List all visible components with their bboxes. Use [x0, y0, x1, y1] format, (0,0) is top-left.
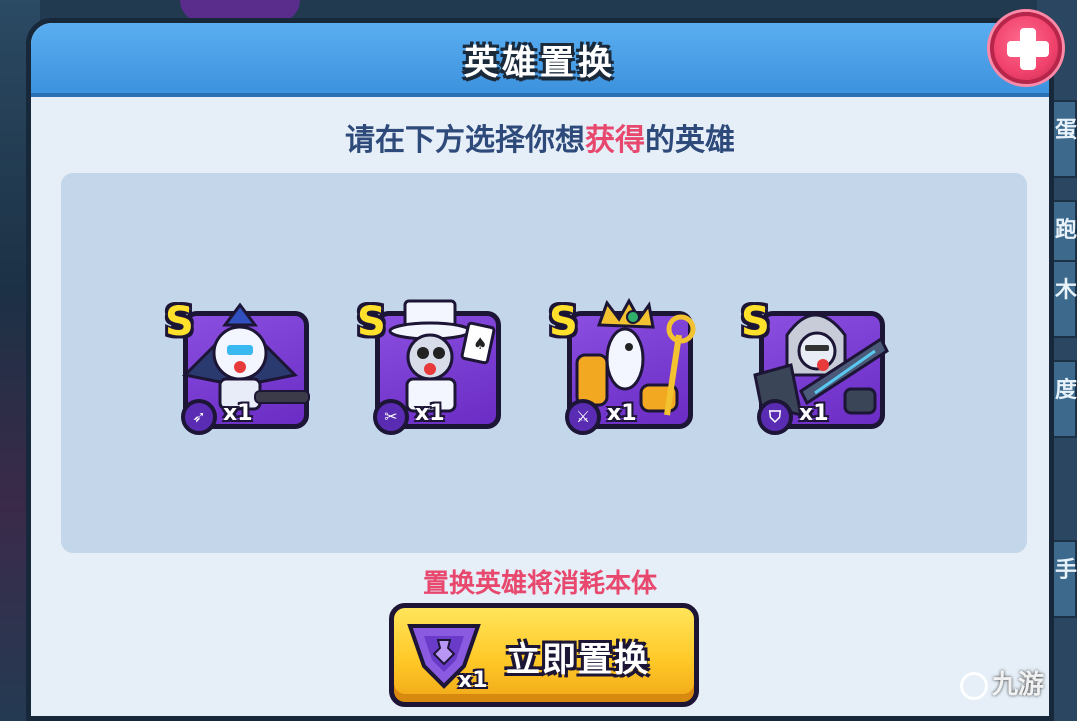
rank-badge: S — [357, 299, 386, 345]
close-icon-bar — [1007, 41, 1049, 57]
selection-prompt: 请在下方选择你想获得的英雄 — [31, 115, 1049, 159]
hero-card[interactable]: ♠ S ✂ x1 — [357, 295, 507, 435]
dialog-header: 英雄置换 — [31, 23, 1049, 97]
close-button[interactable] — [990, 12, 1062, 84]
rank-badge: S — [741, 299, 770, 345]
bow-icon: ➶ — [181, 399, 217, 435]
hero-quantity: x1 — [799, 401, 829, 426]
hero-quantity: x1 — [223, 401, 253, 426]
watermark-logo-icon — [960, 671, 988, 700]
claw-icon: ⚔ — [565, 399, 601, 435]
cost-quantity: x1 — [458, 668, 488, 693]
prompt-text: 请在下方选择你想 — [345, 123, 585, 158]
consume-warning: 置换英雄将消耗本体 — [422, 569, 657, 599]
prompt-highlight: 获得 — [585, 123, 645, 158]
swap-now-button[interactable]: x1 立即置换 — [389, 603, 699, 707]
prompt-text-end: 的英雄 — [645, 123, 735, 158]
hero-card[interactable]: S ⚔ x1 — [549, 295, 699, 435]
hero-swap-dialog: 英雄置换 请在下方选择你想获得的英雄 S ➶ x1 ♠ S ✂ x1 S ⚔ x… — [26, 18, 1054, 721]
hero-card[interactable]: S ⛉ x1 — [741, 295, 891, 435]
watermark-text: 九游 — [992, 670, 1045, 700]
scissors-icon: ✂ — [373, 399, 409, 435]
hero-selection-panel: S ➶ x1 ♠ S ✂ x1 S ⚔ x1 S ⛉ x1 — [61, 173, 1027, 553]
rank-badge: S — [165, 299, 194, 345]
dialog-title: 英雄置换 — [464, 43, 616, 83]
hero-card[interactable]: S ➶ x1 — [165, 295, 315, 435]
shield-icon: ⛉ — [757, 399, 793, 435]
hero-quantity: x1 — [607, 401, 637, 426]
rank-badge: S — [549, 299, 578, 345]
swap-now-label: 立即置换 — [506, 640, 650, 680]
svg-text:♠: ♠ — [473, 334, 487, 353]
hero-quantity: x1 — [415, 401, 445, 426]
watermark: 九游 — [960, 664, 1070, 714]
